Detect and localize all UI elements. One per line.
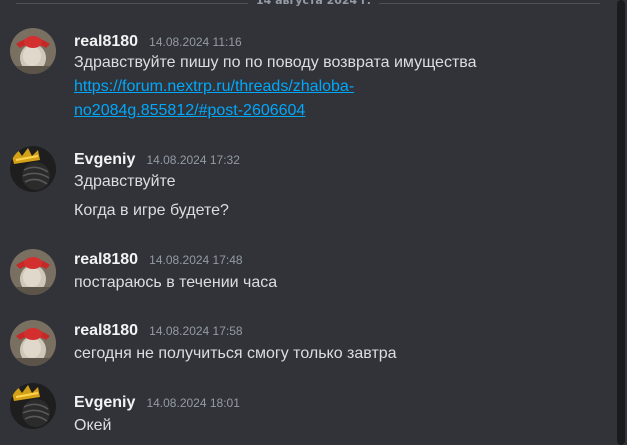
scrollbar[interactable] <box>613 0 627 445</box>
message-group: Evgeniy 14.08.2024 17:32 Здравствуйте Ко… <box>0 146 600 230</box>
user-avatar-red-hat-icon[interactable] <box>10 320 56 366</box>
timestamp[interactable]: 14.08.2024 17:58 <box>149 324 242 338</box>
date-divider-label: 14 августа 2024 г. <box>248 0 379 8</box>
message-link-line: no2084g.855812/#post-2606604 <box>74 99 305 123</box>
timestamp[interactable]: 14.08.2024 17:48 <box>149 253 242 267</box>
message-text: Здравствуйте пишу по по поводу возврата … <box>74 54 477 71</box>
message-header: Evgeniy 14.08.2024 18:01 <box>74 392 240 413</box>
message-text: Окей <box>74 417 112 434</box>
forum-link-continued[interactable]: no2084g.855812/#post-2606604 <box>74 102 305 119</box>
user-avatar-red-hat-icon[interactable] <box>10 28 56 74</box>
user-avatar-gold-crown-icon[interactable] <box>10 146 56 192</box>
timestamp[interactable]: 14.08.2024 18:01 <box>146 396 239 410</box>
message-group: real8180 14.08.2024 17:48 постараюсь в т… <box>0 249 600 299</box>
chat-message-list: 14 августа 2024 г. real8180 14.08.2024 1… <box>0 0 627 445</box>
message-link-line: https://forum.nextrp.ru/threads/zhaloba- <box>74 75 354 99</box>
message-text: постараюсь в течении часа <box>74 274 278 291</box>
message-header: Evgeniy 14.08.2024 17:32 <box>74 149 240 170</box>
message-header: real8180 14.08.2024 17:48 <box>74 249 243 270</box>
user-avatar-gold-crown-icon[interactable] <box>10 383 56 429</box>
author-name[interactable]: Evgeniy <box>74 151 135 168</box>
message-group: real8180 14.08.2024 17:58 сегодня не пол… <box>0 320 600 370</box>
message-group: real8180 14.08.2024 11:16 Здравствуйте п… <box>0 28 600 128</box>
timestamp[interactable]: 14.08.2024 11:16 <box>149 35 242 49</box>
message-header: real8180 14.08.2024 11:16 <box>74 31 242 52</box>
timestamp[interactable]: 14.08.2024 17:32 <box>146 153 239 167</box>
message-text: сегодня не получиться смогу только завтр… <box>74 345 397 362</box>
user-avatar-red-hat-icon[interactable] <box>10 249 56 295</box>
message-header: real8180 14.08.2024 17:58 <box>74 320 243 341</box>
author-name[interactable]: Evgeniy <box>74 394 135 411</box>
date-divider: 14 августа 2024 г. <box>0 0 600 8</box>
author-name[interactable]: real8180 <box>74 322 138 339</box>
message-group: Evgeniy 14.08.2024 18:01 Окей <box>0 383 600 445</box>
message-text: Когда в игре будете? <box>74 202 229 219</box>
forum-link[interactable]: https://forum.nextrp.ru/threads/zhaloba- <box>74 78 354 95</box>
author-name[interactable]: real8180 <box>74 33 138 50</box>
author-name[interactable]: real8180 <box>74 251 138 268</box>
scrollbar-thumb[interactable] <box>617 0 625 445</box>
message-text: Здравствуйте <box>74 173 176 190</box>
